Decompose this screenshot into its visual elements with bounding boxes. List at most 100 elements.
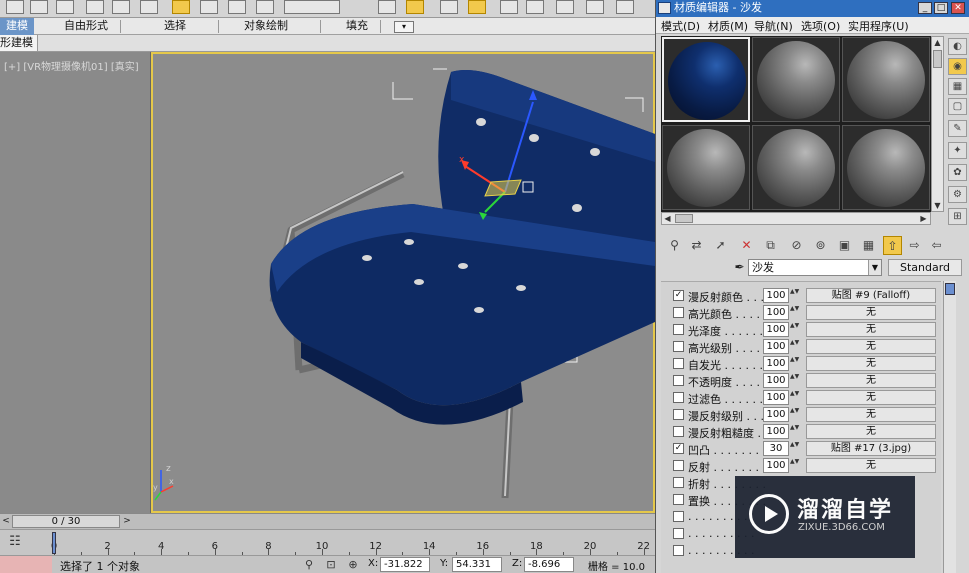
- map-enable-checkbox[interactable]: [673, 409, 684, 420]
- rect-select-icon[interactable]: [112, 0, 130, 14]
- map-enable-checkbox[interactable]: [673, 528, 684, 539]
- map-amount-spinner[interactable]: ▲▼: [790, 305, 799, 320]
- ribbon-options-dropdown[interactable]: ▾: [394, 21, 414, 33]
- menu-utilities[interactable]: 实用程序(U): [848, 18, 909, 34]
- material-editor-titlebar[interactable]: 材质编辑器 - 沙发 _ □ ✕: [656, 0, 969, 17]
- sample-slot[interactable]: [752, 125, 840, 210]
- menu-options[interactable]: 选项(O): [801, 18, 840, 34]
- percent-snap-icon[interactable]: [468, 0, 486, 14]
- maps-scrollbar[interactable]: [943, 281, 956, 573]
- map-enable-checkbox[interactable]: [673, 426, 684, 437]
- map-enable-checkbox[interactable]: [673, 477, 684, 488]
- viewport-label[interactable]: [+] [VR物理摄像机01] [真实]: [4, 58, 139, 73]
- snap-toggle-icon[interactable]: [406, 0, 424, 14]
- map-amount-field[interactable]: 100: [763, 339, 789, 354]
- next-frame-button[interactable]: >: [121, 515, 133, 528]
- map-enable-checkbox[interactable]: [673, 324, 684, 335]
- map-slot-button[interactable]: 无: [806, 305, 936, 320]
- map-enable-checkbox[interactable]: ✓: [673, 290, 684, 301]
- scroll-thumb[interactable]: [945, 283, 955, 295]
- go-to-parent-icon[interactable]: ⇧: [883, 236, 902, 255]
- map-amount-spinner[interactable]: ▲▼: [790, 458, 799, 473]
- map-amount-field[interactable]: 100: [763, 373, 789, 388]
- move-icon[interactable]: [172, 0, 190, 14]
- sample-slot[interactable]: [842, 125, 930, 210]
- material-id-channel-icon[interactable]: ⊚: [811, 236, 830, 255]
- eyedropper-icon[interactable]: ✒: [731, 259, 748, 276]
- map-amount-spinner[interactable]: ▲▼: [790, 390, 799, 405]
- tab-modeling[interactable]: 建模: [0, 18, 34, 35]
- make-unique-icon[interactable]: ⧉: [761, 236, 780, 255]
- map-slot-button[interactable]: 无: [806, 390, 936, 405]
- map-enable-checkbox[interactable]: [673, 494, 684, 505]
- menu-material[interactable]: 材质(M): [708, 18, 748, 34]
- map-amount-field[interactable]: 100: [763, 458, 789, 473]
- map-amount-field[interactable]: 100: [763, 407, 789, 422]
- coord-dropdown[interactable]: [284, 0, 340, 14]
- lock-selection-icon[interactable]: ⚲: [302, 557, 316, 572]
- map-slot-button[interactable]: 贴图 #17 (3.jpg): [806, 441, 936, 456]
- map-amount-field[interactable]: 100: [763, 356, 789, 371]
- show-end-result-icon[interactable]: ▦: [859, 236, 878, 255]
- minimize-button[interactable]: _: [918, 2, 932, 14]
- map-amount-field[interactable]: 100: [763, 322, 789, 337]
- go-forward-sibling-icon[interactable]: ⇨: [905, 236, 924, 255]
- material-name-field[interactable]: 沙发: [748, 259, 882, 276]
- map-amount-field[interactable]: 100: [763, 288, 789, 303]
- background-icon[interactable]: ▦: [948, 78, 967, 95]
- map-slot-button[interactable]: 贴图 #9 (Falloff): [806, 288, 936, 303]
- sample-slot[interactable]: [842, 37, 930, 122]
- align-icon[interactable]: [586, 0, 604, 14]
- put-to-library-icon[interactable]: ⊘: [787, 236, 806, 255]
- map-amount-spinner[interactable]: ▲▼: [790, 441, 799, 456]
- material-type-button[interactable]: Standard: [888, 259, 962, 276]
- y-coordinate-field[interactable]: 54.331: [452, 557, 502, 572]
- map-amount-field[interactable]: 100: [763, 424, 789, 439]
- scroll-thumb[interactable]: [675, 214, 693, 223]
- close-button[interactable]: ✕: [951, 2, 965, 14]
- slots-horizontal-scrollbar[interactable]: ◀ ▶: [661, 212, 931, 225]
- map-slot-button[interactable]: 无: [806, 322, 936, 337]
- put-to-scene-icon[interactable]: ⇄: [687, 236, 706, 255]
- map-amount-field[interactable]: 100: [763, 305, 789, 320]
- tab-object-paint[interactable]: 对象绘制: [244, 18, 288, 35]
- map-enable-checkbox[interactable]: ✓: [673, 443, 684, 454]
- map-amount-spinner[interactable]: ▲▼: [790, 407, 799, 422]
- map-enable-checkbox[interactable]: [673, 545, 684, 556]
- maximize-button[interactable]: □: [934, 2, 948, 14]
- tab-poly-modeling[interactable]: 形建模: [0, 35, 38, 51]
- reference-coord-icon[interactable]: [256, 0, 274, 14]
- map-enable-checkbox[interactable]: [673, 358, 684, 369]
- x-coordinate-field[interactable]: -31.822: [380, 557, 430, 572]
- scroll-left-icon[interactable]: ◀: [662, 213, 673, 224]
- map-slot-button[interactable]: 无: [806, 373, 936, 388]
- lock-icon[interactable]: ⊡: [324, 557, 338, 572]
- map-enable-checkbox[interactable]: [673, 392, 684, 403]
- map-amount-field[interactable]: 30: [763, 441, 789, 456]
- map-slot-button[interactable]: 无: [806, 339, 936, 354]
- edit-named-sel-icon[interactable]: [526, 0, 544, 14]
- slots-vertical-scrollbar[interactable]: ▲ ▼: [931, 36, 944, 212]
- mirror-icon[interactable]: [556, 0, 574, 14]
- show-map-in-viewport-icon[interactable]: ▣: [835, 236, 854, 255]
- backlight-icon[interactable]: ◉: [948, 58, 967, 75]
- viewport-left-pane[interactable]: [0, 52, 151, 513]
- menu-navigation[interactable]: 导航(N): [754, 18, 793, 34]
- layer-icon[interactable]: [616, 0, 634, 14]
- absolute-mode-icon[interactable]: ⊕: [346, 557, 360, 572]
- map-enable-checkbox[interactable]: [673, 460, 684, 471]
- prev-frame-button[interactable]: <: [0, 515, 12, 528]
- toolbar-button[interactable]: [6, 0, 24, 14]
- curve-editor-icon[interactable]: ☷: [4, 534, 26, 550]
- video-color-check-icon[interactable]: ✎: [948, 120, 967, 137]
- map-amount-spinner[interactable]: ▲▼: [790, 424, 799, 439]
- map-enable-checkbox[interactable]: [673, 307, 684, 318]
- map-slot-button[interactable]: 无: [806, 458, 936, 473]
- sample-slot-active[interactable]: [662, 37, 750, 122]
- map-slot-button[interactable]: 无: [806, 424, 936, 439]
- map-slot-button[interactable]: 无: [806, 407, 936, 422]
- map-amount-spinner[interactable]: ▲▼: [790, 288, 799, 303]
- map-amount-field[interactable]: 100: [763, 390, 789, 405]
- maxscript-listener[interactable]: [0, 556, 52, 573]
- menu-mode[interactable]: 模式(D): [661, 18, 700, 34]
